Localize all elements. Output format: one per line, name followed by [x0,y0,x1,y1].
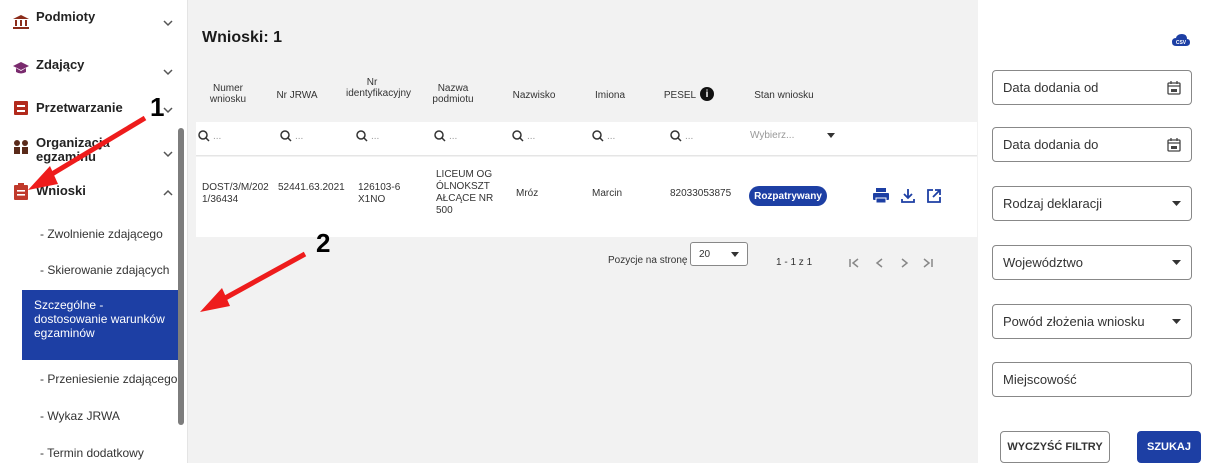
search-input[interactable]: ... [434,130,457,142]
sidebar-item-label: Podmioty [36,9,96,24]
chevron-down-icon[interactable] [162,17,174,29]
status-select[interactable]: Wybierz... [750,130,846,141]
box-icon [12,99,30,117]
sidebar-item-label: Zdający [36,57,85,72]
date-to-field[interactable]: Data dodania do [992,127,1192,162]
search-input[interactable]: ... [280,130,303,142]
chevron-down-icon[interactable] [162,66,174,78]
svg-text:CSV: CSV [1176,40,1187,46]
bank-icon [12,13,30,31]
column-header-jrwa[interactable]: Nr JRWA [272,90,322,101]
info-icon[interactable]: i [700,87,714,101]
column-header-nazwisko[interactable]: Nazwisko [504,90,564,101]
search-input[interactable]: ... [198,130,221,142]
cell-imiona: Marcin [592,188,623,199]
sidebar-item-organizacja[interactable]: Organizacja egzaminu [0,136,180,166]
page-range: 1 - 1 z 1 [776,257,813,268]
cell-nazwisko: Mróz [516,188,539,199]
declaration-type-select[interactable]: Rodzaj deklaracji [992,186,1192,221]
csv-cloud-icon[interactable]: CSV [1171,32,1191,48]
column-header-ident[interactable]: Nr identyfikacyjny [346,77,411,99]
search-icon [670,130,682,142]
sidebar-item-label: Przetwarzanie [36,100,123,115]
main-panel: Wnioski: 1 Numer wniosku Nr JRWA Nr iden… [188,0,978,463]
cell-podmiot: LICEUM OGÓLNOKSZTAŁCĄCE NR 500 [436,169,494,216]
search-icon [356,130,368,142]
sidebar-subitem-skierowanie[interactable]: - Skierowanie zdających [0,263,180,277]
search-icon [592,130,604,142]
search-input[interactable]: ... [670,130,693,142]
sidebar-item-podmioty[interactable]: Podmioty [0,9,180,32]
caret-down-icon [1172,260,1181,265]
print-icon[interactable] [872,188,890,204]
caret-down-icon [1172,201,1181,206]
column-header-imiona[interactable]: Imiona [588,90,632,101]
caret-down-icon [827,132,836,138]
sidebar-subitem-zwolnienie[interactable]: - Zwolnienie zdającego [0,227,180,241]
search-input[interactable]: ... [512,130,535,142]
search-icon [198,130,210,142]
filter-panel: Data dodania od Data dodania do Rodzaj d… [978,0,1206,463]
column-header-stan[interactable]: Stan wniosku [744,90,824,101]
graduation-cap-icon [12,59,30,77]
column-header-podmiot[interactable]: Nazwa podmiotu [430,83,476,105]
sidebar-item-label: Wnioski [36,183,86,198]
city-input[interactable]: Miejscowość [992,362,1192,397]
search-input[interactable]: ... [356,130,379,142]
cell-numer: DOST/3/M/2021/36434 [202,182,269,205]
search-input[interactable]: ... [592,130,615,142]
status-badge: Rozpatrywany [749,186,827,206]
sidebar-subitem-przeniesienie[interactable]: - Przeniesienie zdającego [0,372,180,386]
sidebar-subitem-termin[interactable]: - Termin dodatkowy [0,446,180,460]
filter-row: ... ... ... ... ... ... ... Wybierz... [196,122,977,156]
date-from-field[interactable]: Data dodania od [992,70,1192,105]
sidebar-item-wnioski[interactable]: Wnioski [0,182,180,202]
annotation-number-1: 1 [150,92,165,122]
per-page-label: Pozycje na stronę [608,255,688,266]
search-icon [434,130,446,142]
chevron-down-icon[interactable] [162,148,174,160]
page-title: Wnioski: 1 [202,29,283,46]
column-header-numer[interactable]: Numer wniosku [202,83,254,105]
sidebar-item-zdajacy[interactable]: Zdający [0,58,180,78]
sidebar-item-label: Organizacja egzaminu [36,135,110,164]
search-icon [280,130,292,142]
caret-down-icon [731,252,739,257]
search-icon [512,130,524,142]
download-icon[interactable] [900,188,916,204]
clear-filters-button[interactable]: WYCZYŚĆ FILTRY [1000,431,1110,463]
calendar-icon[interactable] [1167,138,1181,152]
cell-jrwa: 52441.63.2021 [278,182,345,193]
per-page-select[interactable]: 20 [690,242,748,266]
voivodeship-select[interactable]: Województwo [992,245,1192,280]
reason-select[interactable]: Powód złożenia wniosku [992,304,1192,339]
cell-pesel: 82033053875 [670,188,732,199]
first-page-icon[interactable] [848,257,860,269]
sidebar-subitem-szczegolne[interactable]: Szczególne - dostosowanie warunków egzam… [22,290,178,360]
open-external-icon[interactable] [926,188,942,204]
prev-page-icon[interactable] [874,257,886,269]
column-header-pesel[interactable]: PESEL [660,90,700,101]
next-page-icon[interactable] [898,257,910,269]
chevron-up-icon[interactable] [162,187,174,199]
caret-down-icon [1172,319,1181,324]
search-button[interactable]: SZUKAJ [1137,431,1201,463]
people-icon [12,138,30,156]
sidebar-scrollbar[interactable] [178,128,184,425]
sidebar-subitem-wykaz-jrwa[interactable]: - Wykaz JRWA [0,409,180,423]
table-row[interactable]: DOST/3/M/2021/36434 52441.63.2021 126103… [196,157,977,237]
clipboard-icon [12,183,30,201]
cell-ident: 126103-6X1NO [358,182,401,205]
last-page-icon[interactable] [922,257,934,269]
annotation-number-2: 2 [316,228,331,258]
calendar-icon[interactable] [1167,81,1181,95]
sidebar: Podmioty Zdający Przetwarzanie Organizac… [0,0,188,463]
